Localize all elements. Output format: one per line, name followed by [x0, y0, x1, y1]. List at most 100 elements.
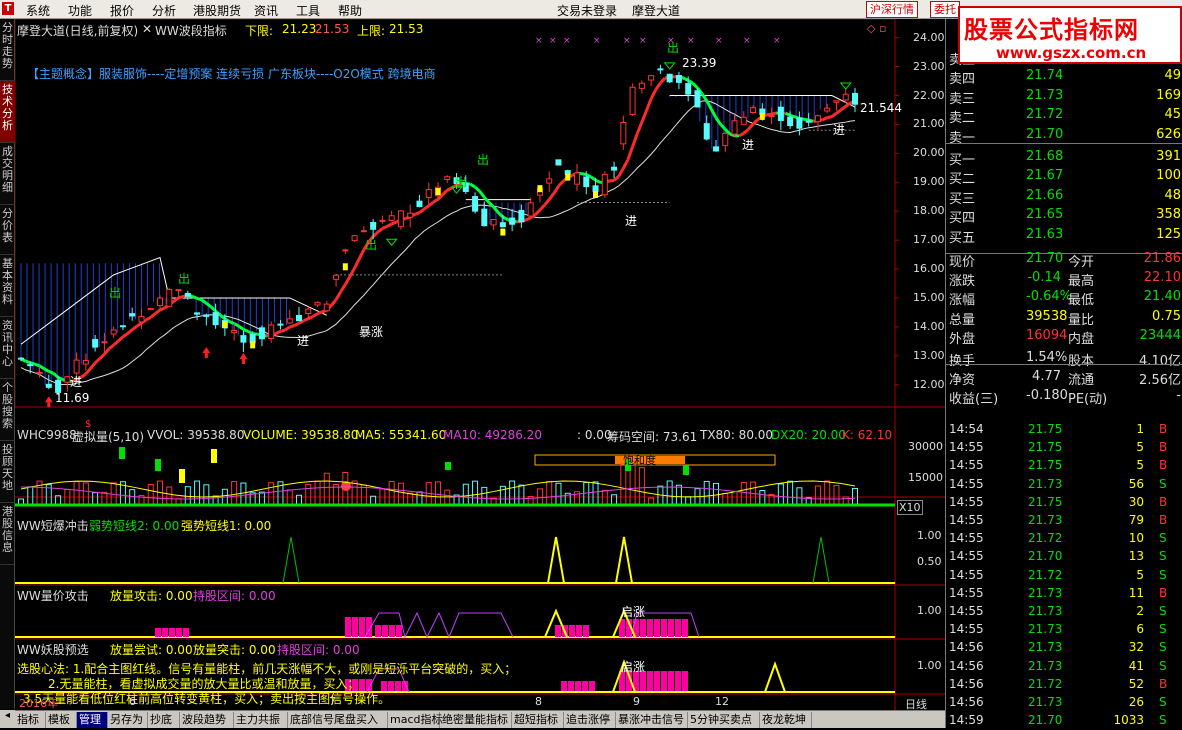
main-indicator-name: WW波段指标: [155, 22, 227, 39]
indicator-tab[interactable]: 暴涨冲击信号: [616, 712, 688, 728]
tick-price: 21.73: [1028, 640, 1062, 654]
trade-button[interactable]: 委托: [930, 1, 960, 18]
tick-time: 14:56: [949, 659, 984, 673]
surge-label: 暴涨: [359, 323, 383, 340]
trend-line-segment: [86, 369, 91, 374]
tick-price: 21.73: [1028, 477, 1062, 491]
zoom-x10-button[interactable]: X10: [897, 500, 923, 515]
chart-options-icon[interactable]: ◇ ▫: [867, 22, 886, 35]
indicator-tab[interactable]: 5分钟买卖点: [688, 712, 760, 728]
trend-line-segment: [484, 197, 489, 202]
menu-tools[interactable]: 工具: [296, 2, 320, 19]
panel2-axis-1: 1.00: [917, 529, 942, 542]
indicator-tab[interactable]: 模板: [46, 712, 77, 728]
indicator-tab[interactable]: 追击涨停: [564, 712, 616, 728]
trend-line-segment: [549, 193, 554, 199]
tick-volume: 13: [1096, 549, 1144, 563]
panel3-bar: [183, 628, 189, 637]
candle-body: [843, 94, 848, 100]
indicator-tab[interactable]: 绝密量能指标: [440, 712, 512, 728]
chart-canvas[interactable]: ×××××××××××: [15, 19, 945, 710]
tick-volume: 30: [1096, 495, 1144, 509]
ask-label: 卖三: [949, 88, 975, 107]
trend-line-segment: [304, 319, 309, 321]
tab-advisor[interactable]: 投顾天地: [0, 441, 15, 503]
stat-value: 2.56亿: [1139, 369, 1181, 388]
indicator-tab[interactable]: 抄底: [148, 712, 180, 728]
menu-help[interactable]: 帮助: [338, 2, 362, 19]
tab-scroll-left-icon[interactable]: ◂: [0, 710, 15, 728]
stat-row: 换手1.54%股本4.10亿: [946, 349, 1182, 368]
indicator-tab[interactable]: 主力共振: [234, 712, 288, 728]
tab-price-table[interactable]: 分价表: [0, 205, 15, 255]
stat-label: 最高: [1068, 270, 1094, 289]
menu-system[interactable]: 系统: [26, 2, 50, 19]
tick-time: 14:55: [949, 458, 984, 472]
login-status[interactable]: 交易未登录: [557, 2, 617, 19]
menu-quote[interactable]: 报价: [110, 2, 134, 19]
volume-bar: [602, 490, 607, 505]
trend-line-segment: [433, 199, 438, 202]
sell-signal-1: 出: [109, 284, 121, 301]
watermark-title: 股票公式指标网: [964, 10, 1139, 45]
candle-body: [389, 216, 394, 221]
upper-label: 上限:: [357, 22, 385, 39]
stat-value: 16094: [1026, 328, 1061, 343]
tick-time: 14:55: [949, 604, 984, 618]
panel3-bar: [396, 625, 402, 637]
indicator-tab[interactable]: 管理: [77, 712, 108, 728]
tick-price: 21.72: [1028, 677, 1062, 691]
candle-body: [778, 107, 783, 120]
indicator-tab[interactable]: 指标: [15, 712, 46, 728]
menu-analysis[interactable]: 分析: [152, 2, 176, 19]
candle-body: [482, 209, 487, 225]
x-marker-icon: ×: [549, 36, 557, 46]
volume-bar: [148, 485, 153, 505]
tick-direction: S: [1159, 659, 1167, 673]
indicator-tab[interactable]: 另存为: [108, 712, 148, 728]
trend-line-segment: [118, 337, 123, 341]
tab-trade-detail[interactable]: 成交明细: [0, 143, 15, 205]
chart-area[interactable]: ××××××××××× 摩登大道(日线,前复权) ✕ WW波段指标 下限: 21…: [15, 19, 945, 710]
tab-technical[interactable]: 技术分析: [0, 81, 15, 143]
tab-basic-info[interactable]: 基本资料: [0, 255, 15, 317]
tick-volume: 79: [1096, 513, 1144, 527]
quote-panel: 卖五21.75164卖四21.7449卖三21.73169卖二21.7245卖一…: [945, 19, 1182, 728]
indicator-tab[interactable]: 底部信号尾盘买入: [288, 712, 388, 728]
tab-intraday[interactable]: 分时走势: [0, 19, 15, 81]
trend-line-segment: [179, 297, 184, 298]
indicator-tab[interactable]: 波段趋势: [180, 712, 234, 728]
indicator-close-icon[interactable]: ✕: [142, 22, 152, 36]
indicator-tab[interactable]: macd指标: [388, 712, 440, 728]
indicator-tab[interactable]: 夜龙乾坤: [760, 712, 812, 728]
menu-hk-futures[interactable]: 港股期货: [193, 2, 241, 19]
candle-body: [695, 91, 700, 107]
indicator-tab[interactable]: 超短指标: [512, 712, 564, 728]
panel2-spike: [548, 537, 564, 583]
trend-line-segment: [688, 80, 693, 83]
tab-news-center[interactable]: 资讯中心: [0, 317, 15, 379]
trend-line-segment: [786, 113, 791, 115]
tick-time: 14:55: [949, 513, 984, 527]
tab-stock-search[interactable]: 个股搜索: [0, 379, 15, 441]
market-button[interactable]: 沪深行情: [866, 1, 918, 18]
tick-row: 14:5421.751B: [946, 421, 1182, 439]
trend-line-segment: [95, 359, 100, 363]
volume-bar: [93, 493, 98, 505]
tick-row: 14:5521.7210S: [946, 530, 1182, 548]
menu-function[interactable]: 功能: [68, 2, 92, 19]
volume-highlight-bar: [445, 462, 451, 470]
menu-news[interactable]: 资讯: [254, 2, 278, 19]
tick-row: 14:5621.7341S: [946, 658, 1182, 676]
volume-value: VOLUME: 39538.80: [243, 428, 358, 442]
trend-line-segment: [591, 177, 596, 180]
tab-hk-info[interactable]: 港股信息: [0, 503, 15, 565]
stat-value: 23444: [1140, 328, 1181, 343]
trend-line-segment: [290, 326, 295, 327]
volume-bar: [547, 481, 552, 505]
tick-time: 14:55: [949, 495, 984, 509]
trend-line-segment: [744, 129, 749, 133]
signal-candle: [593, 191, 598, 198]
x-marker-icon: ×: [743, 36, 751, 46]
volume-bar: [306, 484, 311, 505]
